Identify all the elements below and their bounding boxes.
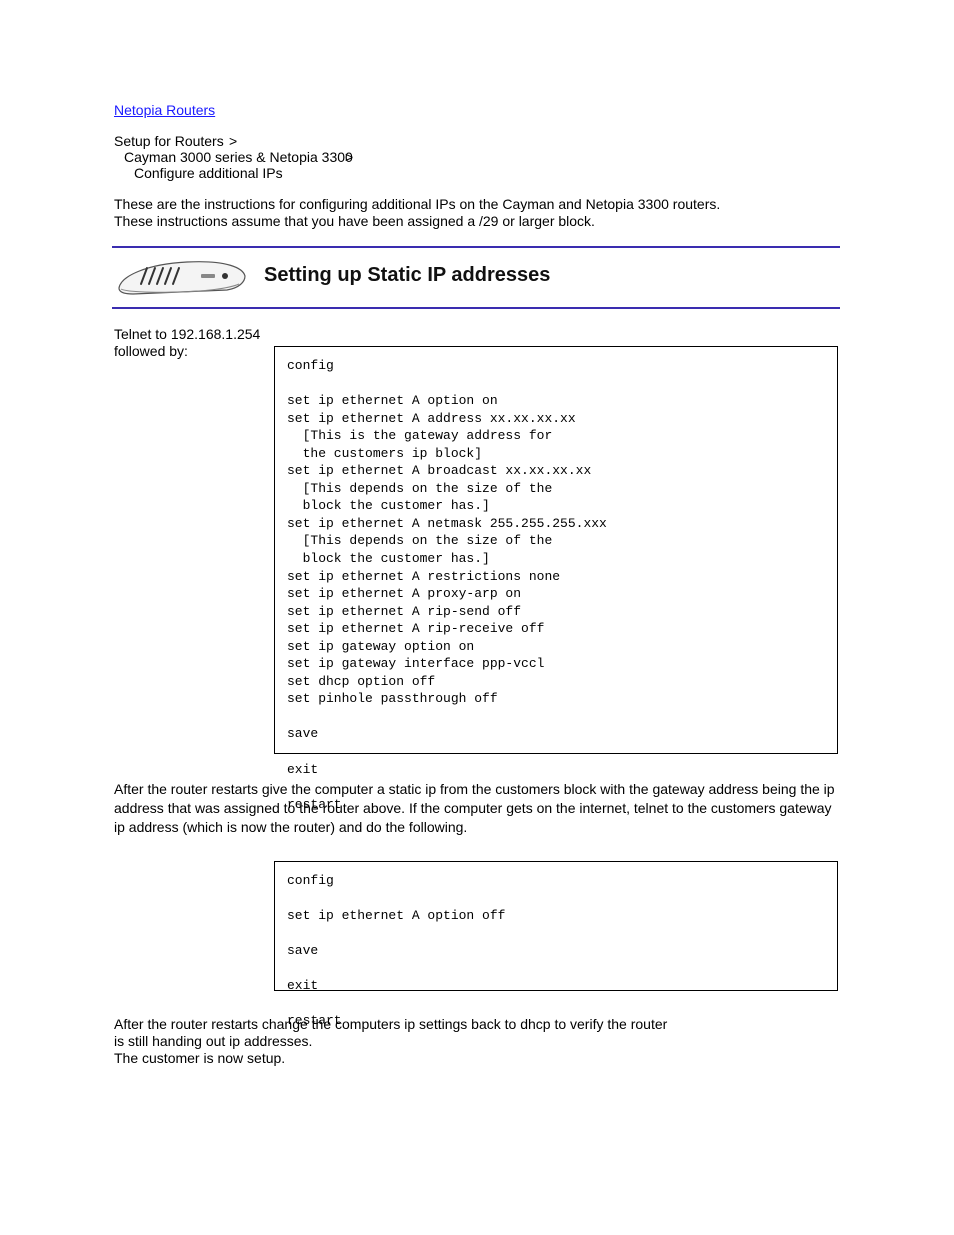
divider-top (112, 246, 840, 248)
instruction-line-1: Telnet to 192.168.1.254 (114, 326, 260, 342)
tail-line-3: The customer is now setup. (114, 1050, 285, 1066)
code-box-2-text: config set ip ethernet A option off save… (287, 872, 505, 1030)
breadcrumb-separator: > (345, 149, 353, 165)
breadcrumb-level-1: Setup for Routers (114, 133, 224, 149)
tail-line-2: is still handing out ip addresses. (114, 1033, 312, 1049)
section-title: Setting up Static IP addresses (264, 264, 550, 287)
router-icon (117, 254, 247, 298)
mid-paragraph: After the router restarts give the compu… (114, 780, 840, 837)
tail-line-1: After the router restarts change the com… (114, 1016, 667, 1032)
intro-line-1: These are the instructions for configuri… (114, 196, 720, 212)
breadcrumb-level-3: Configure additional IPs (134, 165, 283, 181)
code-box-1-text: config set ip ethernet A option on set i… (287, 357, 607, 813)
instruction-line-2: followed by: (114, 343, 188, 359)
breadcrumb-level-2: Cayman 3000 series & Netopia 3300 (124, 149, 353, 165)
divider-bottom (112, 307, 840, 309)
top-link[interactable]: Netopia Routers (114, 102, 215, 118)
intro-line-2: These instructions assume that you have … (114, 213, 595, 229)
breadcrumb-separator: > (229, 133, 237, 149)
code-box-1: config set ip ethernet A option on set i… (274, 346, 838, 754)
code-box-2: config set ip ethernet A option off save… (274, 861, 838, 991)
